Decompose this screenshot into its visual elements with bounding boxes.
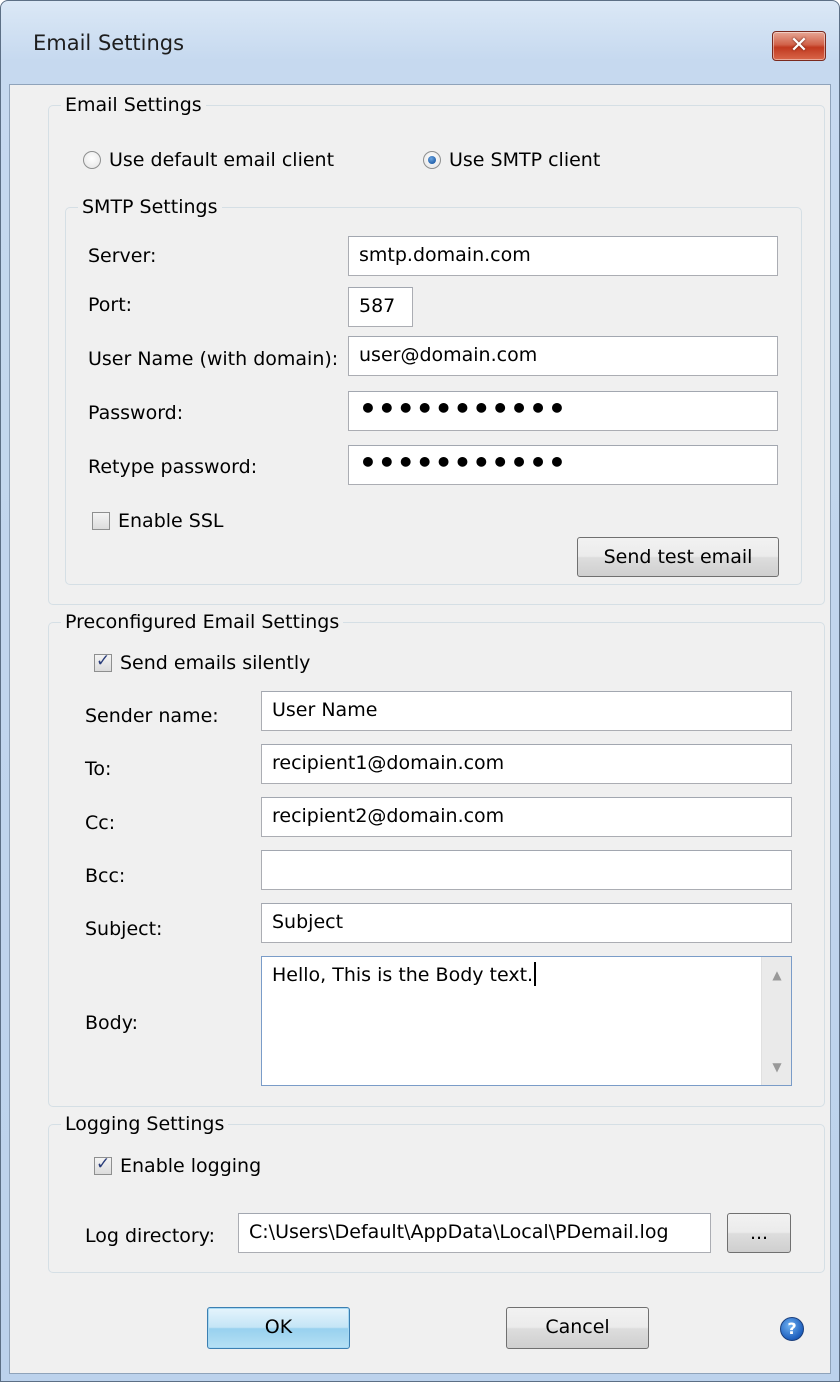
email-settings-window: Email Settings ✕ Email Settings Use defa… — [0, 0, 840, 1382]
log-directory-label: Log directory: — [85, 1225, 215, 1247]
server-label: Server: — [88, 245, 157, 267]
logging-settings-legend: Logging Settings — [61, 1111, 229, 1137]
body-textarea[interactable]: Hello, This is the Body text. ▲ ▼ — [261, 956, 792, 1086]
bcc-input[interactable] — [261, 850, 792, 890]
chevron-up-icon[interactable]: ▲ — [762, 963, 791, 987]
close-button[interactable]: ✕ — [772, 31, 826, 61]
server-input[interactable]: smtp.domain.com — [348, 236, 778, 276]
title-bar: Email Settings ✕ — [1, 1, 839, 91]
ok-button[interactable]: OK — [207, 1307, 350, 1349]
password-label: Password: — [88, 402, 184, 424]
body-text: Hello, This is the Body text. — [272, 964, 534, 986]
send-silently-label[interactable]: Send emails silently — [120, 650, 310, 676]
use-default-client-label[interactable]: Use default email client — [109, 147, 334, 173]
retype-password-input[interactable]: ••••••••••• — [348, 445, 778, 485]
use-smtp-client-label[interactable]: Use SMTP client — [449, 147, 600, 173]
preconfigured-settings-group: Preconfigured Email Settings Send emails… — [48, 609, 825, 1107]
enable-ssl-checkbox[interactable] — [92, 512, 110, 530]
send-test-email-button[interactable]: Send test email — [577, 537, 779, 577]
use-smtp-client-radio[interactable] — [423, 151, 441, 169]
text-caret — [534, 962, 537, 986]
bcc-label: Bcc: — [85, 865, 126, 887]
to-label: To: — [85, 758, 112, 780]
chevron-down-icon[interactable]: ▼ — [762, 1055, 791, 1079]
dialog-client-area: Email Settings Use default email client … — [9, 84, 831, 1374]
username-label: User Name (with domain): — [88, 348, 339, 370]
enable-logging-checkbox[interactable] — [94, 1154, 112, 1175]
body-label: Body: — [85, 1012, 138, 1034]
cancel-button[interactable]: Cancel — [506, 1307, 649, 1349]
sender-name-label: Sender name: — [85, 705, 219, 727]
window-title: Email Settings — [33, 31, 185, 55]
enable-ssl-label[interactable]: Enable SSL — [118, 508, 223, 534]
retype-password-label: Retype password: — [88, 456, 258, 478]
help-icon[interactable]: ? — [780, 1317, 804, 1341]
password-input[interactable]: ••••••••••• — [348, 391, 778, 431]
subject-label: Subject: — [85, 918, 163, 940]
port-input[interactable]: 587 — [348, 287, 413, 327]
username-input[interactable]: user@domain.com — [348, 336, 778, 376]
sender-name-input[interactable]: User Name — [261, 691, 792, 731]
use-default-client-radio[interactable] — [83, 151, 101, 169]
port-label: Port: — [88, 294, 133, 316]
send-silently-checkbox[interactable] — [94, 651, 112, 672]
enable-logging-label[interactable]: Enable logging — [120, 1153, 261, 1179]
logging-settings-group: Logging Settings Enable logging Log dire… — [48, 1111, 825, 1273]
body-scrollbar[interactable]: ▲ ▼ — [761, 957, 791, 1085]
email-settings-legend: Email Settings — [61, 92, 206, 118]
log-directory-input[interactable]: C:\Users\Default\AppData\Local\PDemail.l… — [238, 1213, 711, 1253]
subject-input[interactable]: Subject — [261, 903, 792, 943]
to-input[interactable]: recipient1@domain.com — [261, 744, 792, 784]
cc-label: Cc: — [85, 812, 116, 834]
smtp-settings-group: SMTP Settings Server: smtp.domain.com Po… — [65, 194, 802, 585]
email-settings-group: Email Settings Use default email client … — [48, 92, 825, 605]
cc-input[interactable]: recipient2@domain.com — [261, 797, 792, 837]
browse-log-directory-button[interactable]: ... — [727, 1213, 791, 1253]
smtp-settings-legend: SMTP Settings — [78, 194, 222, 220]
preconfigured-settings-legend: Preconfigured Email Settings — [61, 609, 344, 635]
close-icon: ✕ — [789, 33, 809, 58]
